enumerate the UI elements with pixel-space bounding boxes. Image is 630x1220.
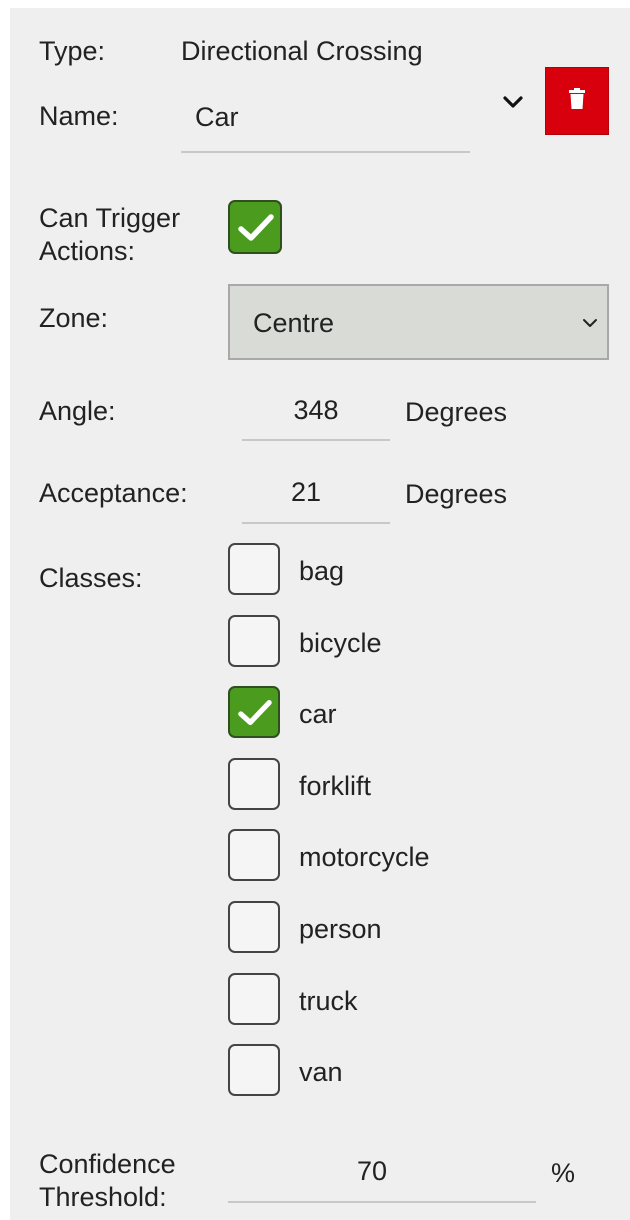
acceptance-unit: Degrees	[405, 479, 508, 509]
zone-selected-value: Centre	[253, 308, 335, 338]
chevron-down-icon[interactable]	[501, 92, 525, 112]
can-trigger-actions-checkbox[interactable]	[228, 200, 282, 254]
class-label: car	[299, 699, 337, 729]
class-checkbox-truck[interactable]	[228, 973, 280, 1025]
class-item-car[interactable]: car	[228, 686, 608, 742]
checkmark-icon	[238, 214, 274, 241]
class-label: bag	[299, 556, 345, 586]
confidence-label-line1: Confidence	[39, 1149, 176, 1179]
class-label: van	[299, 1057, 343, 1087]
acceptance-underline	[242, 522, 390, 524]
name-label: Name:	[39, 101, 119, 131]
type-value: Directional Crossing	[181, 36, 423, 66]
zone-select[interactable]: Centre	[228, 284, 609, 360]
rule-editor-panel	[10, 8, 630, 1220]
trigger-label-line2: Actions:	[39, 236, 136, 266]
class-label: forklift	[299, 771, 372, 801]
class-checkbox-motorcycle[interactable]	[228, 829, 280, 881]
class-checkbox-van[interactable]	[228, 1044, 280, 1096]
zone-label: Zone:	[39, 303, 109, 333]
checkmark-icon	[238, 700, 272, 726]
class-label: truck	[299, 986, 358, 1016]
acceptance-label: Acceptance:	[39, 478, 188, 508]
class-item-truck[interactable]: truck	[228, 973, 608, 1029]
class-checkbox-forklift[interactable]	[228, 758, 280, 810]
class-checkbox-bicycle[interactable]	[228, 615, 280, 667]
confidence-unit: %	[551, 1158, 576, 1188]
trigger-label-line1: Can Trigger	[39, 203, 181, 233]
class-checkbox-bag[interactable]	[228, 543, 280, 595]
class-item-motorcycle[interactable]: motorcycle	[228, 829, 608, 885]
angle-label: Angle:	[39, 396, 116, 426]
class-checkbox-car[interactable]	[228, 686, 280, 738]
angle-unit: Degrees	[405, 397, 508, 427]
confidence-underline	[228, 1201, 536, 1203]
class-item-van[interactable]: van	[228, 1044, 608, 1100]
name-underline	[181, 151, 470, 153]
acceptance-input[interactable]	[242, 475, 370, 509]
class-label: motorcycle	[299, 842, 430, 872]
class-item-bicycle[interactable]: bicycle	[228, 615, 608, 671]
class-item-forklift[interactable]: forklift	[228, 758, 608, 814]
confidence-label-line2: Threshold:	[39, 1182, 167, 1212]
name-input[interactable]	[195, 100, 465, 134]
confidence-input[interactable]	[228, 1154, 516, 1188]
type-label: Type:	[39, 36, 106, 66]
class-label: person	[299, 914, 382, 944]
classes-label: Classes:	[39, 563, 143, 593]
class-item-bag[interactable]: bag	[228, 543, 608, 599]
angle-input[interactable]	[242, 393, 390, 427]
delete-button[interactable]	[545, 67, 609, 135]
angle-underline	[242, 439, 390, 441]
chevron-down-icon	[582, 316, 598, 334]
class-item-person[interactable]: person	[228, 901, 608, 957]
trash-icon	[568, 87, 586, 115]
class-label: bicycle	[299, 628, 382, 658]
class-checkbox-person[interactable]	[228, 901, 280, 953]
